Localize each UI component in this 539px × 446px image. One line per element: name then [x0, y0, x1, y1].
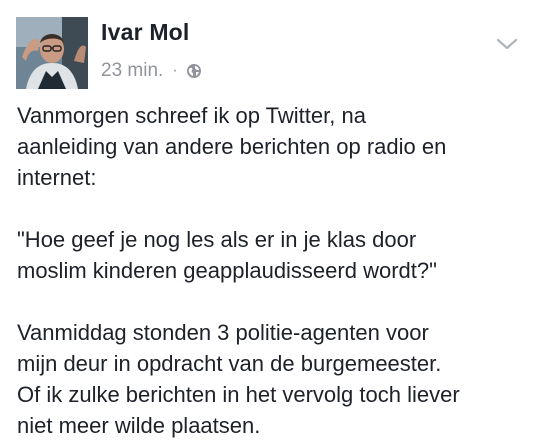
timestamp[interactable]: 23 min. [101, 60, 163, 82]
post-paragraph-2: "Hoe geef je nog les als er in je klas d… [17, 227, 437, 283]
post-paragraph-1: Vanmorgen schreef ik op Twitter, na aanl… [17, 103, 447, 190]
facebook-post: Ivar Mol 23 min. · Vanmorgen schreef ik … [0, 0, 539, 446]
chevron-down-icon[interactable] [495, 36, 519, 52]
author-name[interactable]: Ivar Mol [101, 19, 190, 46]
avatar[interactable] [16, 17, 88, 89]
meta-separator: · [172, 62, 178, 79]
globe-icon[interactable] [186, 63, 202, 79]
profile-photo [16, 17, 88, 89]
post-meta: 23 min. · [101, 60, 202, 82]
post-text: Vanmorgen schreef ik op Twitter, na aanl… [17, 100, 532, 441]
post-paragraph-3: Vanmiddag stonden 3 politie-agenten voor… [17, 320, 460, 438]
